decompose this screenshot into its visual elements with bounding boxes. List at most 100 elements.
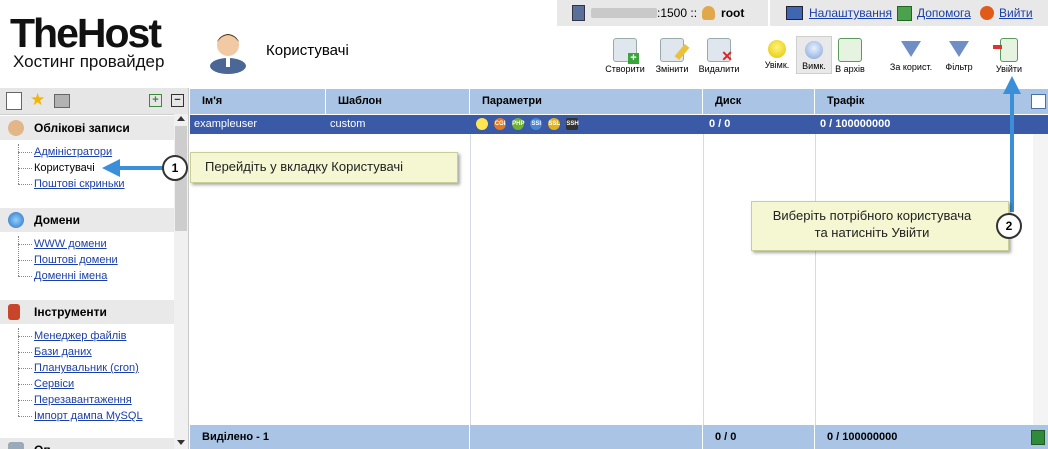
logo-subtitle: Хостинг провайдер	[13, 52, 165, 71]
filter-by-user-label: За корист.	[889, 62, 933, 72]
archive-label: В архів	[835, 64, 865, 74]
sidebar-item-domain-names[interactable]: Доменні імена	[34, 269, 107, 283]
settings-link[interactable]: Налаштування	[786, 0, 892, 26]
lightbulb-off-icon	[805, 41, 823, 59]
scroll-up-arrow[interactable]	[177, 116, 185, 121]
section-partial[interactable]: Оп	[0, 438, 174, 449]
user-icon	[702, 6, 716, 20]
selected-count: Виділено - 1	[190, 425, 470, 449]
archive-button[interactable]: В архів	[833, 38, 867, 74]
server-port: :1500 ::	[657, 6, 698, 20]
sidebar-item-users[interactable]: Користувачі	[34, 161, 95, 175]
cell-disk: 0 / 0	[709, 118, 731, 130]
section-tools[interactable]: Інструменти	[0, 300, 174, 324]
logout-link[interactable]: Вийти	[980, 0, 1033, 26]
ssi-icon: SSI	[530, 118, 543, 131]
globe-icon	[8, 212, 24, 228]
section-tools-title: Інструменти	[34, 305, 107, 319]
callout-step-2: Виберіть потрібного користувача та натис…	[751, 201, 1009, 251]
filter-button[interactable]: Фільтр	[942, 38, 976, 72]
section-domains-title: Домени	[34, 213, 81, 227]
col-header-params[interactable]: Параметри	[470, 89, 703, 114]
callout-step-1-text: Перейдіть у вкладку Користувачі	[205, 159, 404, 174]
help-link[interactable]: Допомога	[897, 0, 971, 26]
filter-by-user-button[interactable]: За корист.	[885, 38, 937, 72]
tree-tick	[18, 184, 32, 185]
create-icon: +	[613, 38, 639, 64]
col-header-traffic[interactable]: Трафік	[815, 89, 1030, 114]
briefcase-icon[interactable]	[54, 94, 70, 108]
delete-icon: ✕	[707, 38, 733, 64]
server-info: :1500 :: root	[572, 0, 744, 26]
sidebar-item-reboot[interactable]: Перезавантаження	[34, 393, 132, 407]
edit-button[interactable]: Змінити	[653, 38, 691, 74]
disable-label: Вимк.	[802, 61, 826, 71]
col-header-template[interactable]: Шаблон	[326, 89, 470, 114]
callout-step-2-line1: Виберіть потрібного користувача	[772, 208, 972, 223]
sidebar-item-cron[interactable]: Планувальник (cron)	[34, 361, 139, 375]
tree-tick	[18, 168, 32, 169]
column-divider	[703, 134, 704, 425]
settings-label[interactable]: Налаштування	[809, 6, 892, 20]
cell-name: exampleuser	[194, 118, 257, 130]
tools-icon	[8, 304, 20, 320]
filter-icon	[949, 41, 969, 57]
list-view-icon[interactable]	[6, 92, 22, 110]
column-divider	[815, 134, 816, 425]
disable-button[interactable]: Вимк.	[796, 36, 832, 74]
logo: TheHost Хостинг провайдер	[10, 13, 165, 72]
edit-label: Змінити	[655, 64, 689, 74]
collapse-all-icon[interactable]: −	[171, 94, 184, 107]
scroll-down-arrow[interactable]	[177, 440, 185, 445]
create-button[interactable]: + Створити	[603, 38, 647, 74]
content-scrollbar[interactable]	[1033, 134, 1048, 425]
cell-traffic: 0 / 100000000	[820, 118, 891, 130]
help-label[interactable]: Допомога	[917, 6, 971, 20]
sidebar-item-www-domains[interactable]: WWW домени	[34, 237, 107, 251]
filter-label: Фільтр	[945, 62, 973, 72]
column-divider	[470, 134, 471, 425]
step-2-badge: 2	[996, 213, 1022, 239]
lightbulb-on-icon	[768, 40, 786, 58]
favorites-star-icon[interactable]: ★	[30, 90, 45, 110]
sidebar-item-file-manager[interactable]: Менеджер файлів	[34, 329, 126, 343]
tree-line	[18, 328, 19, 416]
top-status-bar: :1500 :: root Налаштування Допомога Вийт…	[557, 0, 1048, 26]
enter-button[interactable]: Увійти	[993, 38, 1025, 74]
table-row[interactable]: exampleuser custom CGI PHP SSI SSL SSH 0…	[190, 115, 1048, 134]
tree-tick	[18, 244, 32, 245]
logout-label[interactable]: Вийти	[999, 6, 1033, 20]
enable-button[interactable]: Увімк.	[761, 38, 793, 70]
sidebar-item-mail-domains[interactable]: Поштові домени	[34, 253, 118, 267]
separator	[768, 0, 770, 26]
tree-tick	[18, 352, 32, 353]
sidebar-item-databases[interactable]: Бази даних	[34, 345, 92, 359]
column-settings-icon[interactable]	[1031, 94, 1046, 109]
callout-step-1: Перейдіть у вкладку Користувачі	[190, 152, 458, 183]
col-header-disk[interactable]: Диск	[703, 89, 815, 114]
delete-button[interactable]: ✕ Видалити	[696, 38, 742, 74]
tree-tick	[18, 260, 32, 261]
settings-icon	[786, 6, 803, 20]
expand-all-icon[interactable]: +	[149, 94, 162, 107]
tree-tick	[18, 384, 32, 385]
tree-tick	[18, 152, 32, 153]
cell-template: custom	[330, 118, 366, 130]
tree-line	[18, 144, 19, 184]
section-domains[interactable]: Домени	[0, 208, 174, 232]
sidebar-item-mysql-import[interactable]: Імпорт дампа MySQL	[34, 409, 143, 423]
section-accounts[interactable]: Облікові записи	[0, 116, 174, 140]
excel-export-icon[interactable]	[1031, 430, 1045, 445]
col-header-name[interactable]: Ім'я	[190, 89, 326, 114]
lightbulb-icon	[476, 118, 488, 131]
callout-2-arrow	[1003, 76, 1021, 212]
delete-label: Видалити	[698, 64, 740, 74]
ssl-icon: SSL	[548, 118, 561, 131]
create-label: Створити	[605, 64, 645, 74]
enable-label: Увімк.	[764, 60, 790, 70]
sidebar-item-services[interactable]: Сервіси	[34, 377, 74, 391]
footer-traffic: 0 / 100000000	[827, 431, 898, 443]
server-ip-blurred	[591, 8, 657, 18]
login-icon	[993, 38, 1018, 62]
current-user: root	[721, 6, 745, 20]
